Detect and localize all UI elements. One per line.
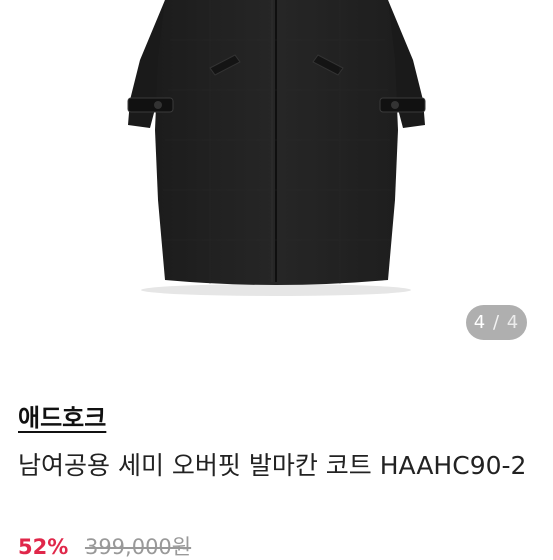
price-row: 52% 399,000원 [18, 534, 191, 560]
page-separator: / [492, 312, 501, 333]
total-page-count: 4 [506, 312, 520, 333]
brand-name-link[interactable]: 애드호크 [18, 398, 106, 433]
product-title: 남여공용 세미 오버핏 발마칸 코트 HAAHC90-2 [18, 451, 527, 480]
image-page-indicator: 4 / 4 [466, 305, 527, 340]
product-photo-coat [127, 0, 426, 296]
current-page-number: 4 [473, 312, 487, 333]
original-price: 399,000원 [84, 535, 192, 559]
discount-rate: 52% [18, 535, 69, 559]
product-image-gallery[interactable]: 4 / 4 [0, 0, 553, 358]
